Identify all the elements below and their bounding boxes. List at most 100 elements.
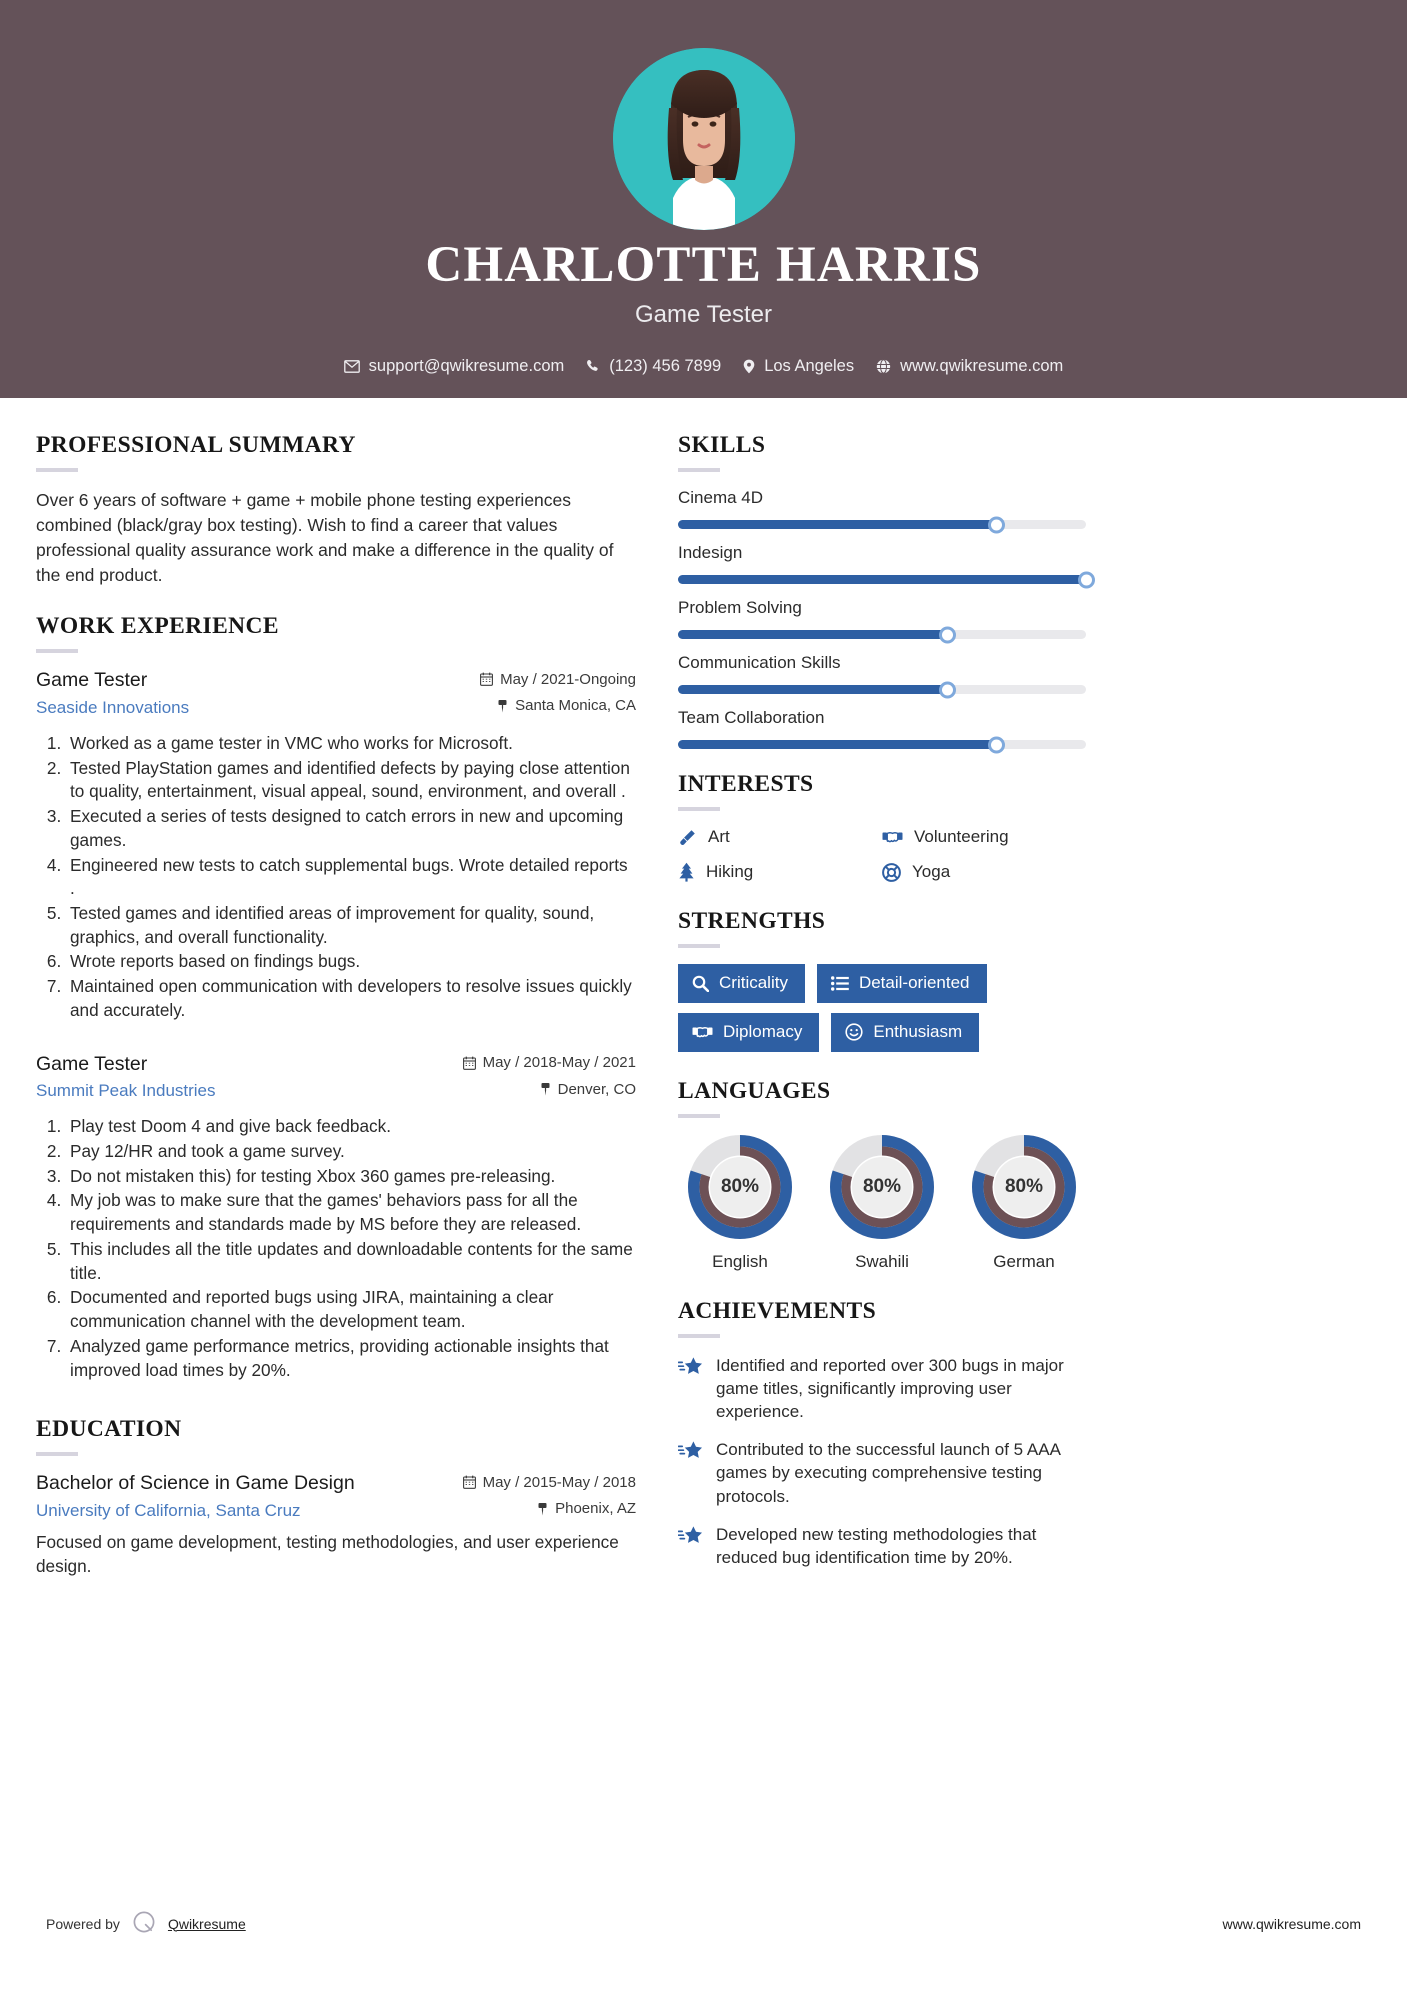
- skill-item: Communication Skills: [678, 653, 1086, 698]
- contact-location-text: Los Angeles: [764, 356, 855, 375]
- resume-body: PROFESSIONAL SUMMARY Over 6 years of sof…: [0, 398, 1407, 1586]
- section-heading: WORK EXPERIENCE: [36, 613, 279, 640]
- achievement-text: Contributed to the successful launch of …: [716, 1440, 1060, 1506]
- skill-progress-bar[interactable]: [678, 681, 1086, 698]
- job-title: Game Tester: [36, 669, 148, 692]
- school-name[interactable]: University of California, Santa Cruz: [36, 1501, 301, 1521]
- skill-progress-bar[interactable]: [678, 626, 1086, 643]
- footer-website: www.qwikresume.com: [1222, 1915, 1361, 1932]
- smiley-icon: [845, 1023, 863, 1041]
- strength-chip-detail-oriented[interactable]: Detail-oriented: [816, 964, 987, 1003]
- section-interests: INTERESTS Art Volunteering Hiking Yoga: [678, 771, 1086, 882]
- skill-item: Indesign: [678, 543, 1095, 588]
- skill-progress-bar[interactable]: [678, 571, 1095, 588]
- shooting-star-icon: [678, 1438, 703, 1507]
- list-item: Executed a series of tests designed to c…: [66, 805, 636, 852]
- language-label: German: [993, 1252, 1055, 1271]
- list-item: My job was to make sure that the games' …: [66, 1189, 636, 1236]
- skill-progress-knob[interactable]: [987, 736, 1005, 753]
- skill-progress-knob[interactable]: [987, 516, 1005, 533]
- list-item: Worked as a game tester in VMC who works…: [66, 732, 636, 756]
- section-divider: [36, 649, 78, 654]
- skill-progress-bar[interactable]: [678, 736, 1086, 753]
- section-divider: [678, 944, 720, 948]
- education-dates-text: May / 2015-May / 2018: [482, 1473, 636, 1491]
- contact-phone-text: (123) 456 7899: [609, 356, 722, 375]
- language-donut-chart: 80%: [971, 1134, 1077, 1240]
- section-work-experience: WORK EXPERIENCE Game Tester May / 2021-O…: [36, 613, 636, 1382]
- right-column: SKILLS Cinema 4D Indesign Problem Solvin…: [678, 432, 1095, 1586]
- skill-label: Communication Skills: [678, 653, 841, 672]
- skill-progress-knob[interactable]: [1077, 571, 1095, 588]
- strength-label: Criticality: [719, 973, 788, 992]
- map-pin-icon: [540, 1082, 551, 1096]
- interest-item: Volunteering: [882, 827, 1086, 847]
- job-title: Game Tester: [36, 1052, 148, 1075]
- language-percent: 80%: [720, 1176, 760, 1197]
- job-location: Denver, CO: [540, 1081, 636, 1098]
- skill-progress-bar[interactable]: [678, 516, 1086, 533]
- job-dates-text: May / 2021-Ongoing: [500, 670, 636, 688]
- education-entry: Bachelor of Science in Game Design May /…: [36, 1472, 636, 1578]
- job-organization[interactable]: Seaside Innovations: [36, 698, 189, 718]
- map-pin-icon: [497, 699, 508, 713]
- interest-label: Volunteering: [914, 827, 1009, 846]
- achievement-text: Developed new testing methodologies that…: [716, 1524, 1037, 1567]
- section-divider: [678, 1114, 720, 1118]
- achievement-item: Identified and reported over 300 bugs in…: [678, 1354, 1086, 1423]
- section-heading: EDUCATION: [36, 1416, 182, 1443]
- job-bullets: Play test Doom 4 and give back feedback.…: [36, 1115, 636, 1382]
- contact-website[interactable]: www.qwikresume.com: [876, 357, 1063, 376]
- summary-text: Over 6 years of software + game + mobile…: [36, 490, 614, 585]
- achievement-text: Identified and reported over 300 bugs in…: [716, 1356, 1064, 1422]
- achievement-item: Contributed to the successful launch of …: [678, 1438, 1086, 1507]
- list-item: Pay 12/HR and took a game survey.: [66, 1140, 636, 1164]
- strength-chip-criticality[interactable]: Criticality: [678, 964, 805, 1003]
- qwikresume-logo-icon: [131, 1909, 157, 1938]
- strength-chip-diplomacy[interactable]: Diplomacy: [678, 1013, 820, 1052]
- section-divider: [678, 1334, 720, 1338]
- work-entry: Game Tester May / 2021-Ongoing Seaside I…: [36, 669, 636, 1022]
- section-achievements: ACHIEVEMENTS Identified and reported ove…: [678, 1298, 1086, 1569]
- work-entry: Game Tester May / 2018-May / 2021 Summit…: [36, 1053, 636, 1383]
- interest-label: Art: [708, 827, 730, 846]
- skill-label: Indesign: [678, 543, 743, 562]
- contact-email[interactable]: support@qwikresume.com: [343, 356, 565, 376]
- contact-website-text: www.qwikresume.com: [900, 356, 1064, 375]
- strength-label: Detail-oriented: [858, 973, 970, 992]
- qwikresume-link[interactable]: Qwikresume: [168, 1916, 246, 1932]
- job-location: Santa Monica, CA: [497, 697, 636, 714]
- job-organization[interactable]: Summit Peak Industries: [36, 1081, 216, 1101]
- section-strengths: STRENGTHS Criticality Detail-oriented Di…: [678, 908, 1086, 1052]
- section-heading: LANGUAGES: [678, 1078, 831, 1104]
- interest-item: Art: [678, 827, 882, 847]
- skill-progress-knob[interactable]: [938, 681, 956, 698]
- skill-progress-fill: [678, 685, 948, 694]
- contact-email-text: support@qwikresume.com: [368, 356, 565, 375]
- job-dates: May / 2018-May / 2021: [462, 1054, 636, 1071]
- strength-label: Enthusiasm: [873, 1022, 963, 1041]
- language-label: Swahili: [855, 1252, 909, 1271]
- list-item: Engineered new tests to catch supplement…: [66, 854, 636, 901]
- job-bullets: Worked as a game tester in VMC who works…: [36, 732, 636, 1023]
- education-location-text: Phoenix, AZ: [555, 1500, 636, 1518]
- section-education: EDUCATION Bachelor of Science in Game De…: [36, 1416, 636, 1578]
- map-pin-icon: [537, 1502, 548, 1516]
- job-role-subtitle: Game Tester: [635, 300, 772, 328]
- language-percent: 80%: [1004, 1176, 1044, 1197]
- section-skills: SKILLS Cinema 4D Indesign Problem Solvin…: [678, 432, 1095, 753]
- avatar-photo-icon: [612, 48, 795, 230]
- contact-phone[interactable]: (123) 456 7899: [586, 357, 721, 376]
- calendar-icon: [462, 1475, 476, 1490]
- list-item: Do not mistaken this) for testing Xbox 3…: [66, 1165, 636, 1189]
- section-heading: ACHIEVEMENTS: [678, 1298, 877, 1324]
- strength-chip-enthusiasm[interactable]: Enthusiasm: [831, 1013, 980, 1052]
- pine-tree-icon: [678, 862, 695, 882]
- list-item: Maintained open communication with devel…: [66, 975, 636, 1022]
- section-divider: [36, 468, 78, 472]
- shooting-star-icon: [678, 1354, 703, 1423]
- section-divider: [36, 1452, 78, 1457]
- skill-progress-knob[interactable]: [938, 626, 956, 643]
- powered-by-label: Powered by: [46, 1915, 120, 1932]
- interest-item: Hiking: [678, 862, 882, 882]
